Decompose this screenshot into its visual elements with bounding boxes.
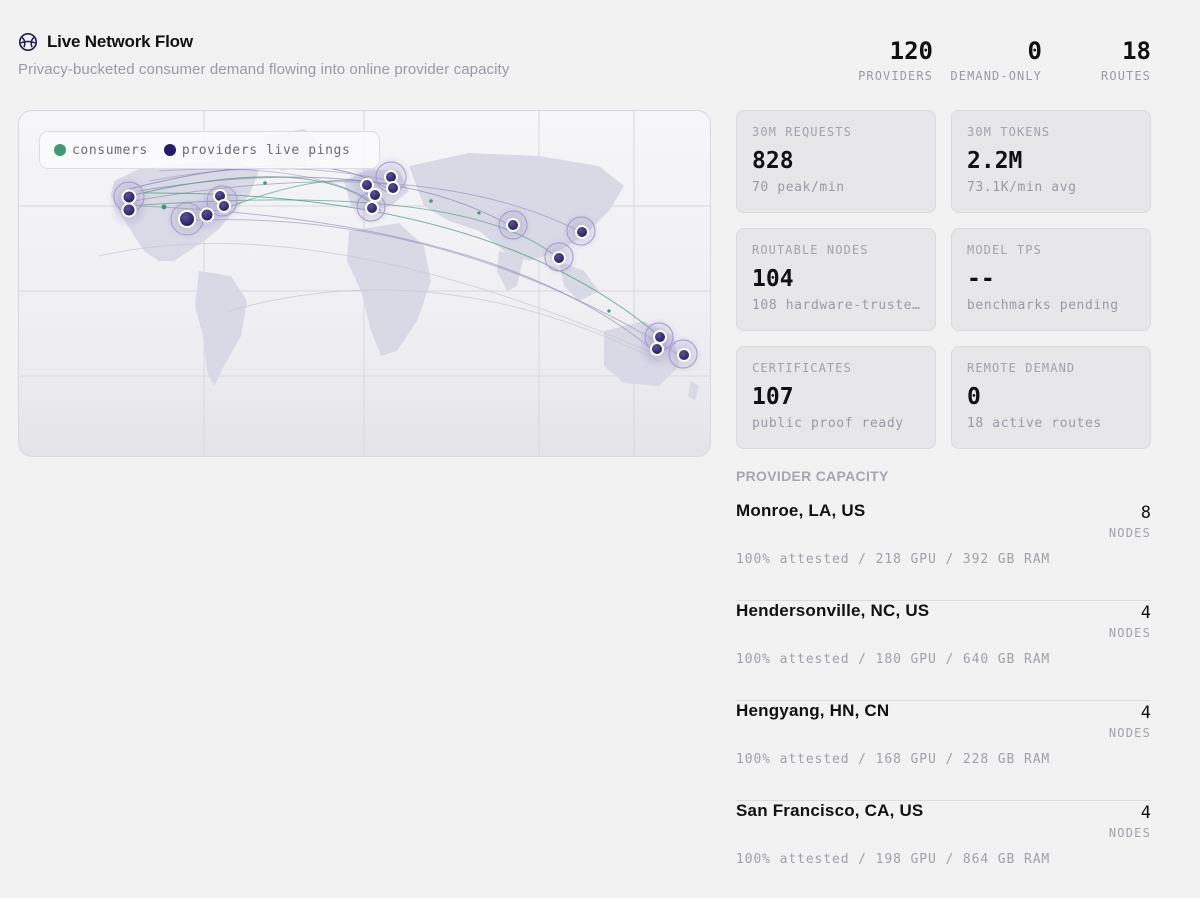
stat-card-requests: 30M REQUESTS 828 70 peak/min: [736, 110, 936, 213]
stat-value: 0: [1027, 37, 1042, 65]
capacity-nodes: 8: [1140, 503, 1151, 523]
capacity-nodes: 4: [1140, 603, 1151, 623]
stat-card-label: 30M REQUESTS: [752, 125, 852, 139]
consumer-dot-icon: [54, 144, 66, 156]
capacity-row[interactable]: San Francisco, CA, US 4 NODES 100% attes…: [736, 801, 1151, 898]
stat-card-value: --: [967, 266, 995, 292]
capacity-row[interactable]: Hendersonville, NC, US 4 NODES 100% atte…: [736, 601, 1151, 701]
provider-dot-icon: [163, 144, 176, 156]
stat-card-sub: 70 peak/min: [752, 180, 845, 195]
stat-label: DEMAND-ONLY: [950, 69, 1042, 83]
capacity-row[interactable]: Monroe, LA, US 8 NODES 100% attested / 2…: [736, 501, 1151, 601]
top-stats: 120 PROVIDERS 0 DEMAND-ONLY 18 ROUTES: [857, 38, 1151, 83]
capacity-detail: 100% attested / 180 GPU / 640 GB RAM: [736, 652, 1051, 667]
capacity-nodes: 4: [1140, 703, 1151, 723]
stat-card-remote-demand: REMOTE DEMAND 0 18 active routes: [951, 346, 1151, 449]
capacity-row[interactable]: Hengyang, HN, CN 4 NODES 100% attested /…: [736, 701, 1151, 801]
capacity-location: Hendersonville, NC, US: [736, 601, 930, 620]
stat-card-value: 107: [752, 384, 794, 410]
stat-card-certificates: CERTIFICATES 107 public proof ready: [736, 346, 936, 449]
capacity-nodes: 4: [1140, 803, 1151, 823]
stat-card-routable-nodes: ROUTABLE NODES 104 108 hardware-trusted: [736, 228, 936, 331]
stat-card-sub: public proof ready: [752, 416, 904, 431]
stat-card-tokens: 30M TOKENS 2.2M 73.1K/min avg: [951, 110, 1151, 213]
globe-icon: [18, 32, 38, 52]
capacity-title: PROVIDER CAPACITY: [736, 468, 889, 484]
capacity-unit: NODES: [1108, 526, 1151, 540]
stat-value: 120: [889, 37, 933, 65]
page-title: Live Network Flow: [47, 32, 193, 51]
capacity-detail: 100% attested / 168 GPU / 228 GB RAM: [736, 752, 1051, 767]
stat-card-value: 2.2M: [967, 148, 1023, 174]
stat-card-model-tps: MODEL TPS -- benchmarks pending: [951, 228, 1151, 331]
stat-card-value: 104: [752, 266, 794, 292]
capacity-detail: 100% attested / 198 GPU / 864 GB RAM: [736, 852, 1051, 867]
stat-demand-only: 0 DEMAND-ONLY: [949, 38, 1042, 83]
map-legend: consumers providers live pings: [39, 131, 380, 169]
stat-card-sub: benchmarks pending: [967, 298, 1119, 313]
legend-providers: providers live pings: [181, 142, 351, 158]
capacity-location: Monroe, LA, US: [736, 501, 866, 520]
stat-card-value: 828: [752, 148, 794, 174]
stat-label: PROVIDERS: [858, 69, 933, 83]
stat-value: 18: [1122, 37, 1151, 65]
network-map[interactable]: consumers providers live pings: [18, 110, 711, 457]
stat-label: ROUTES: [1101, 69, 1151, 83]
capacity-location: Hengyang, HN, CN: [736, 701, 890, 720]
title-row: Live Network Flow: [18, 32, 509, 52]
stat-routes: 18 ROUTES: [1058, 38, 1151, 83]
stat-card-sub: 108 hardware-trusted: [752, 298, 920, 313]
capacity-unit: NODES: [1108, 726, 1151, 740]
capacity-detail: 100% attested / 218 GPU / 392 GB RAM: [736, 552, 1051, 567]
capacity-unit: NODES: [1108, 626, 1151, 640]
capacity-unit: NODES: [1108, 826, 1151, 840]
legend-consumers: consumers: [72, 142, 148, 158]
stat-card-sub: 18 active routes: [967, 416, 1102, 431]
stat-card-label: 30M TOKENS: [967, 125, 1051, 139]
capacity-location: San Francisco, CA, US: [736, 801, 924, 820]
header: Live Network Flow Privacy-bucketed consu…: [18, 32, 509, 78]
stat-card-label: ROUTABLE NODES: [752, 243, 869, 257]
stat-providers: 120 PROVIDERS: [857, 38, 933, 83]
stat-card-label: MODEL TPS: [967, 243, 1042, 257]
page-subtitle: Privacy-bucketed consumer demand flowing…: [18, 61, 510, 78]
stat-card-label: CERTIFICATES: [752, 361, 852, 375]
stat-card-value: 0: [967, 384, 981, 410]
stat-card-label: REMOTE DEMAND: [967, 361, 1076, 375]
stat-card-sub: 73.1K/min avg: [967, 180, 1077, 195]
